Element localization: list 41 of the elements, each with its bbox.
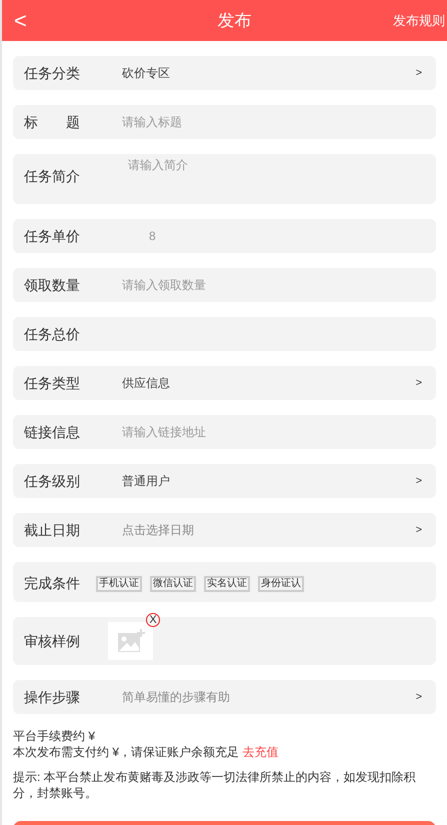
chevron-icon[interactable]: > [416, 64, 422, 82]
chevron-icon[interactable]: > [416, 472, 422, 490]
chevron-icon[interactable]: > [416, 688, 422, 706]
payment-text: 本次发布需支付约 ¥，请保证账户余额充足 去充值 [13, 744, 280, 760]
form-field[interactable]: 任务简介 请输入简介 [13, 154, 436, 204]
field-label: 任务分类 [24, 64, 80, 82]
field-label: 任务级别 [24, 472, 80, 490]
condition-tag[interactable]: 手机认证 [96, 576, 142, 592]
select-value[interactable]: 砍价专区 [122, 64, 170, 82]
field-label: 任务简介 [24, 167, 80, 186]
condition-tag[interactable]: 微信认证 [150, 576, 196, 592]
notice-text: 提示: 本平台禁止发布黄赌毒及涉政等一切法律所禁止的内容，如发现扣除积分，封禁账号。 [13, 769, 417, 801]
price-value: 8 [149, 228, 156, 245]
image-upload[interactable] [108, 622, 153, 660]
field-label: 任务类型 [24, 374, 80, 392]
remove-button[interactable]: X [146, 613, 160, 627]
page-title: 发布 [216, 10, 252, 32]
field-label: 标 题 [24, 112, 80, 132]
field-label: 操作步骤 [24, 688, 80, 706]
condition-tag[interactable]: 实名认证 [204, 576, 250, 592]
input-field[interactable]: 请输入简介 [128, 156, 422, 176]
chevron-icon[interactable]: > [416, 374, 422, 392]
field-label: 任务总价 [24, 324, 80, 344]
field-label: 领取数量 [24, 276, 80, 294]
condition-tag[interactable]: 身份证认 [258, 576, 304, 592]
field-label: 链接信息 [24, 422, 80, 442]
select-value[interactable]: 供应信息 [122, 374, 170, 392]
field-label: 完成条件 [24, 574, 80, 593]
form-field[interactable]: 链接信息 请输入链接地址 [13, 415, 436, 449]
fee-text: 平台手续费约 ¥ [13, 728, 96, 744]
form-field[interactable]: 标 题 请输入标题 [13, 105, 436, 139]
field-label: 任务单价 [24, 226, 80, 246]
input-field[interactable]: 请输入领取数量 [122, 276, 422, 294]
input-field[interactable]: 请输入链接地址 [122, 423, 422, 441]
form-field[interactable]: 领取数量 请输入领取数量 [13, 268, 436, 302]
field-label: 截止日期 [24, 520, 80, 540]
add-image-icon [116, 628, 146, 654]
field-label: 审核样例 [24, 632, 80, 650]
chevron-icon[interactable]: > [416, 522, 422, 538]
input-field[interactable]: 请输入标题 [122, 113, 422, 131]
select-value[interactable]: 普通用户 [122, 472, 170, 490]
